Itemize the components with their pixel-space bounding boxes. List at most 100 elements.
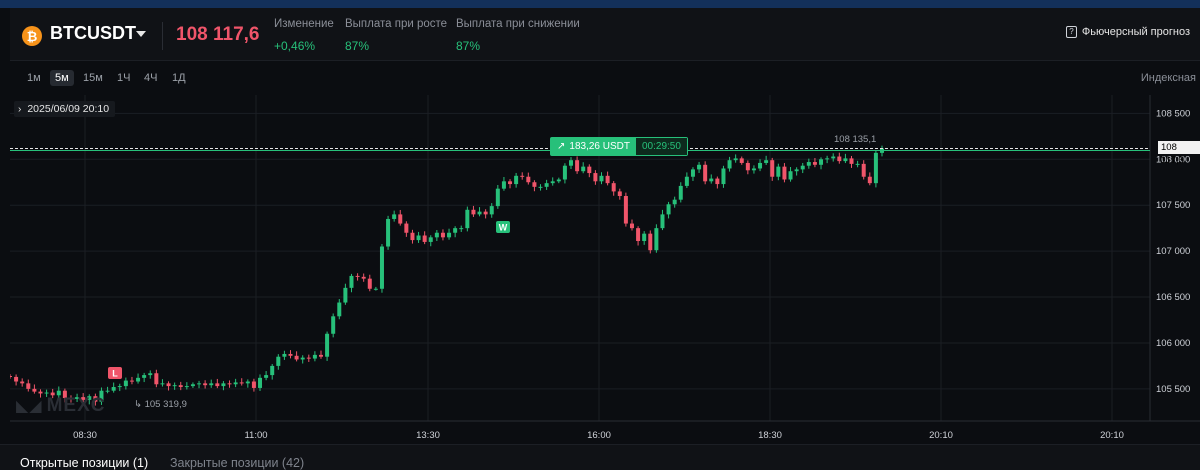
- candle-body: [386, 218, 391, 247]
- x-tick-label: 20:10: [929, 430, 953, 441]
- timeframe-1d[interactable]: 1Д: [167, 70, 191, 86]
- candle-body: [111, 387, 116, 391]
- tab-closed-positions[interactable]: Закрытые позиции (42): [170, 456, 304, 470]
- y-tick-label: 107 500: [1156, 200, 1190, 211]
- candle-body: [501, 181, 506, 189]
- candle-body: [812, 162, 817, 165]
- candle-body: [611, 183, 616, 192]
- candle-body: [367, 278, 372, 289]
- candle-body: [697, 164, 702, 170]
- candle-body: [471, 209, 476, 215]
- candle-body: [636, 228, 641, 242]
- candle-body: [422, 235, 427, 242]
- candle-body: [508, 181, 513, 185]
- loss-marker-label: L: [112, 369, 118, 379]
- candle-body: [264, 375, 269, 378]
- candle-body: [806, 162, 811, 166]
- timeframe-5m[interactable]: 5м: [50, 70, 74, 86]
- candle-body: [416, 235, 421, 241]
- candle-body: [556, 179, 561, 182]
- candle-body: [447, 232, 452, 238]
- candle-body: [569, 160, 574, 166]
- candle-body: [428, 237, 433, 242]
- y-tick-label: 106 500: [1156, 292, 1190, 303]
- candle-body: [203, 383, 208, 386]
- candle-body: [404, 223, 409, 233]
- candle-body: [129, 380, 134, 382]
- high-price-label: 108 135,1: [834, 134, 877, 145]
- chevron-right-icon: ›: [18, 103, 22, 115]
- y-tick-label: 106 000: [1156, 338, 1190, 349]
- index-price-toggle[interactable]: Индексная: [1141, 72, 1196, 84]
- candle-body: [654, 228, 659, 251]
- candle-body: [288, 353, 293, 356]
- question-icon: ?: [1065, 26, 1077, 38]
- candle-body: [550, 181, 555, 184]
- tab-open-positions[interactable]: Открытые позиции (1): [20, 456, 148, 470]
- candle-body: [209, 383, 214, 386]
- stat-payout-up: Выплата при росте 87%: [345, 18, 447, 53]
- candle-body: [361, 276, 366, 279]
- candle-body: [715, 178, 720, 185]
- arrow-up-right-icon: ↗: [557, 141, 566, 152]
- candle-body: [831, 156, 836, 159]
- candle-body: [190, 384, 195, 387]
- candle-body: [233, 382, 238, 385]
- divider: [162, 22, 163, 50]
- positions-bar: Открытые позиции (1) Закрытые позиции (4…: [0, 444, 1200, 470]
- candle-body: [648, 233, 653, 251]
- candle-body: [617, 191, 622, 197]
- candle-body: [142, 375, 147, 378]
- candle-body: [861, 163, 866, 177]
- x-tick-label: 13:30: [416, 430, 440, 441]
- candle-body: [605, 175, 610, 184]
- mexc-logo-icon: ◣◢: [16, 398, 43, 415]
- candle-body: [154, 373, 159, 385]
- candle-body: [172, 385, 177, 387]
- candle-body: [538, 186, 543, 188]
- candle-body: [276, 356, 281, 366]
- candle-body: [666, 204, 671, 215]
- mexc-watermark: ◣◢ MEXC: [16, 395, 106, 416]
- timeframe-15m[interactable]: 15м: [78, 70, 108, 86]
- date-chip[interactable]: › 2025/06/09 20:10: [14, 101, 116, 117]
- candle-body: [581, 166, 586, 172]
- stat-value: 87%: [456, 39, 481, 53]
- x-tick-label: 20:10: [1100, 430, 1124, 441]
- timeframe-4h[interactable]: 4Ч: [139, 70, 162, 86]
- candle-body: [727, 160, 732, 169]
- price-chart[interactable]: 105 500106 000106 500107 000107 500108 0…: [8, 95, 1200, 444]
- y-tick-label: 107 000: [1156, 246, 1190, 257]
- stat-label: Выплата при снижении: [456, 18, 580, 30]
- x-tick-label: 08:30: [73, 430, 97, 441]
- date-label: 2025/06/09 20:10: [27, 103, 110, 115]
- candle-body: [562, 165, 567, 180]
- candle-body: [593, 173, 598, 182]
- timeframe-1m[interactable]: 1м: [22, 70, 46, 86]
- forecast-label: Фьючерсный прогноз: [1081, 26, 1190, 38]
- candle-body: [489, 206, 494, 215]
- candle-body: [544, 183, 549, 187]
- market-header: ₿ BTCUSDT 108 117,6 Изменение +0,46% Вып…: [10, 8, 1200, 61]
- trade-amount: 183,26 USDT: [569, 141, 630, 152]
- candle-body: [343, 287, 348, 303]
- symbol-selector[interactable]: BTCUSDT: [50, 23, 136, 44]
- y-tick-label: 108 500: [1156, 108, 1190, 119]
- candle-body: [453, 228, 458, 233]
- candle-body: [331, 316, 336, 334]
- futures-forecast-button[interactable]: ? Фьючерсный прогноз: [1065, 26, 1190, 38]
- candle-body: [26, 383, 31, 389]
- chevron-down-icon[interactable]: [136, 31, 146, 37]
- candle-body: [629, 223, 634, 229]
- candle-body: [758, 162, 763, 169]
- stat-change: Изменение +0,46%: [274, 18, 334, 53]
- candle-body: [8, 376, 12, 378]
- candle-body: [355, 275, 360, 277]
- candle-body: [843, 158, 848, 162]
- trade-badge[interactable]: ↗ 183,26 USDT 00:29:50: [550, 137, 688, 156]
- candle-body: [38, 391, 43, 394]
- candle-body: [660, 214, 665, 229]
- stat-label: Изменение: [274, 18, 334, 30]
- timeframe-1h[interactable]: 1Ч: [112, 70, 135, 86]
- candle-body: [739, 158, 744, 163]
